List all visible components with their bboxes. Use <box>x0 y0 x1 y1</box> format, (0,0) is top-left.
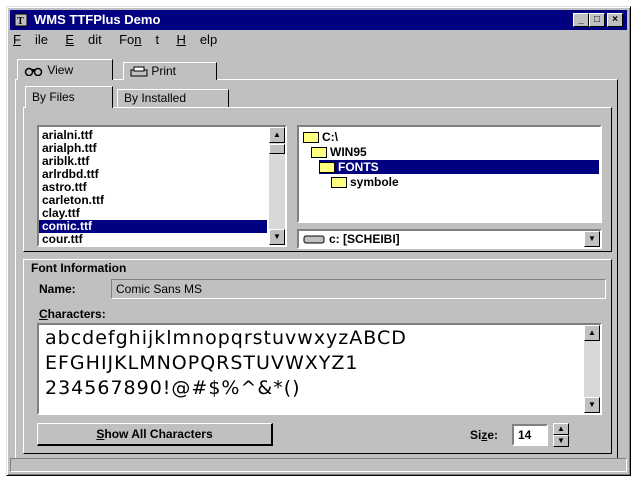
size-value: 14 <box>518 428 532 442</box>
tab-view[interactable]: View <box>17 59 113 80</box>
tab-view-label: View <box>47 63 74 77</box>
name-field: Comic Sans MS <box>111 279 606 299</box>
scroll-up-button[interactable]: ▲ <box>584 325 600 341</box>
characters-scrollbar[interactable]: ▲ ▼ <box>584 325 600 413</box>
svg-text:T: T <box>17 16 24 27</box>
characters-line-1: abcdefghijklmnopqrstuvwxyzABCD <box>45 327 407 349</box>
tab-print[interactable]: Print <box>123 62 217 80</box>
app-icon: T <box>14 13 28 27</box>
menu-help[interactable]: Help <box>176 32 217 47</box>
tab-print-label: Print <box>151 64 177 78</box>
characters-line-2: EFGHIJKLMNOPQRSTUVWXYZ1 <box>45 352 359 374</box>
dir-c-root[interactable]: C:\ <box>303 130 338 144</box>
close-button[interactable]: × <box>607 13 623 27</box>
scroll-thumb[interactable] <box>269 144 285 154</box>
dir-win95[interactable]: WIN95 <box>311 145 367 159</box>
directory-tree[interactable]: C:\ WIN95 FONTS symbole <box>297 125 602 223</box>
tab-by-files[interactable]: By Files <box>25 86 113 108</box>
status-bar <box>10 458 627 472</box>
drive-icon <box>303 235 325 244</box>
tab-by-installed[interactable]: By Installed <box>117 89 229 107</box>
size-down-button[interactable]: ▼ <box>553 435 569 447</box>
size-label: Size: <box>470 428 499 442</box>
dir-fonts[interactable]: FONTS <box>319 160 599 174</box>
tab-by-installed-label: By Installed <box>124 91 187 105</box>
binoculars-icon <box>24 67 43 77</box>
file-list-scrollbar[interactable]: ▲ ▼ <box>269 127 285 245</box>
menu-font[interactable]: Fon t <box>119 32 159 47</box>
size-input[interactable]: 14 <box>512 424 548 446</box>
maximize-button[interactable]: □ <box>589 13 605 27</box>
drive-select-value: c: [SCHEIBI] <box>329 232 400 246</box>
minimize-button[interactable]: _ <box>573 13 589 27</box>
font-information-heading: Font Information <box>31 261 127 275</box>
scroll-down-button[interactable]: ▼ <box>584 397 600 413</box>
characters-label: Characters: <box>39 307 106 321</box>
menu-edit[interactable]: Edit <box>65 32 101 47</box>
menu-file[interactable]: File <box>13 32 48 47</box>
folder-icon <box>331 177 347 189</box>
printer-icon <box>130 66 148 77</box>
menu-bar: File Edit Fon t Help <box>13 32 231 50</box>
dir-symbole[interactable]: symbole <box>331 175 399 189</box>
characters-line-3: 234567890!@#$%^&*() <box>45 377 301 399</box>
file-list-item[interactable]: cour.ttf <box>39 233 267 246</box>
characters-preview[interactable]: abcdefghijklmnopqrstuvwxyzABCD EFGHIJKLM… <box>37 323 602 415</box>
size-up-button[interactable]: ▲ <box>553 423 569 435</box>
scroll-up-button[interactable]: ▲ <box>269 127 285 143</box>
tab-by-files-label: By Files <box>32 90 75 104</box>
window-title: WMS TTFPlus Demo <box>34 12 161 27</box>
app-window: T WMS TTFPlus Demo _ □ × File Edit Fon t … <box>6 6 631 476</box>
drive-dropdown-button[interactable]: ▼ <box>584 231 600 247</box>
show-all-characters-button[interactable]: Show All Characters <box>37 423 273 446</box>
folder-open-icon <box>319 162 335 174</box>
drive-select[interactable]: c: [SCHEIBI] ▼ <box>297 229 602 249</box>
folder-open-icon <box>303 132 319 144</box>
name-label: Name: <box>39 282 76 296</box>
folder-open-icon <box>311 147 327 159</box>
font-file-list[interactable]: arialni.ttf arialph.ttf ariblk.ttf arlrdbd.… <box>37 125 287 247</box>
scroll-down-button[interactable]: ▼ <box>269 229 285 245</box>
name-value: Comic Sans MS <box>116 282 203 296</box>
title-bar[interactable]: T WMS TTFPlus Demo _ □ × <box>10 10 627 30</box>
